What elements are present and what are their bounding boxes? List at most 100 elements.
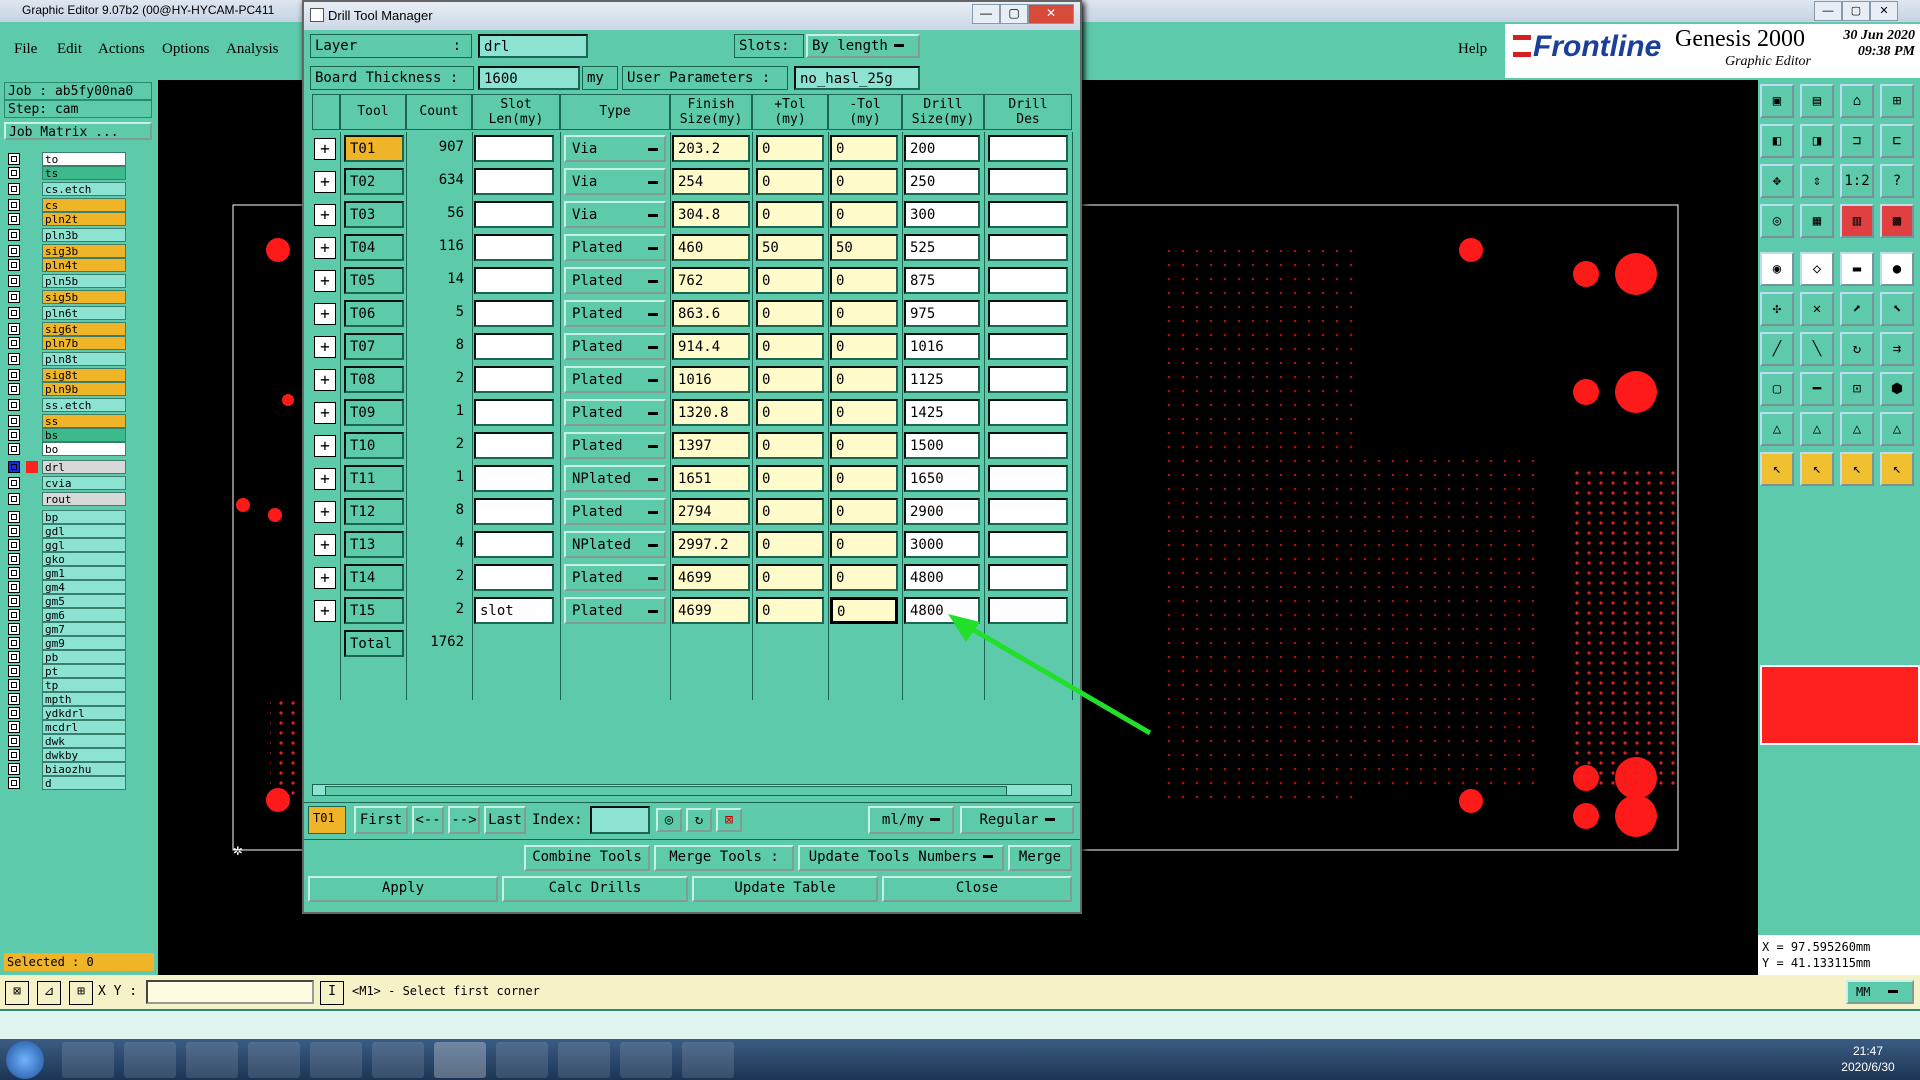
tool-cell[interactable]: T10 — [344, 432, 404, 459]
layer-name[interactable]: mcdrl — [42, 720, 126, 734]
layer-row[interactable]: d — [4, 776, 154, 791]
layer-name[interactable]: gm9 — [42, 636, 126, 650]
layer-row[interactable]: sig6t — [4, 322, 154, 337]
close-window-button[interactable]: ✕ — [1870, 1, 1898, 21]
finish-size-input[interactable]: 2997.2 — [672, 531, 750, 558]
type-dropdown[interactable]: Via — [564, 201, 666, 228]
layer-row[interactable]: pb — [4, 650, 154, 665]
tool-palette-button-icon[interactable]: △ — [1800, 412, 1834, 446]
expand-row-button[interactable]: + — [314, 369, 336, 391]
drill-size-input[interactable]: 1650 — [904, 465, 980, 492]
layer-name[interactable]: pln7b — [42, 336, 126, 350]
taskbar-app-excel[interactable] — [496, 1042, 548, 1078]
drill-size-input[interactable]: 1125 — [904, 366, 980, 393]
layer-checkbox[interactable] — [8, 461, 20, 473]
layer-checkbox[interactable] — [8, 735, 20, 747]
finish-size-input[interactable]: 1651 — [672, 465, 750, 492]
finish-size-input[interactable]: 4699 — [672, 564, 750, 591]
plus-tol-input[interactable]: 0 — [756, 333, 824, 360]
layer-name[interactable]: sig6t — [42, 322, 126, 336]
drill-des-input[interactable] — [988, 498, 1068, 525]
layer-name[interactable]: gm6 — [42, 608, 126, 622]
layer-name[interactable]: ss.etch — [42, 398, 126, 412]
tool-palette-button-icon[interactable]: ╲ — [1800, 332, 1834, 366]
measure-icon[interactable]: ⊿ — [37, 981, 61, 1005]
layer-name[interactable]: rout — [42, 492, 126, 506]
layer-checkbox[interactable] — [8, 353, 20, 365]
last-button[interactable]: Last — [484, 806, 526, 834]
layer-row[interactable]: pln2t — [4, 212, 154, 227]
taskbar-app-shell[interactable] — [62, 1042, 114, 1078]
tool-palette-button-icon[interactable]: ◧ — [1760, 124, 1794, 158]
layer-row[interactable]: ss — [4, 414, 154, 429]
minus-tol-input[interactable]: 0 — [830, 168, 898, 195]
layer-row[interactable]: pln6t — [4, 306, 154, 321]
table-horizontal-scrollbar[interactable] — [312, 784, 1072, 796]
type-dropdown[interactable]: Plated — [564, 432, 666, 459]
slot-length-input[interactable] — [474, 135, 554, 162]
tool-cell[interactable]: T05 — [344, 267, 404, 294]
type-dropdown[interactable]: NPlated — [564, 531, 666, 558]
layer-checkbox[interactable] — [8, 539, 20, 551]
plus-tol-input[interactable]: 0 — [756, 399, 824, 426]
layer-name[interactable]: pln4t — [42, 258, 126, 272]
layer-checkbox[interactable] — [8, 183, 20, 195]
minus-tol-input[interactable]: 0 — [830, 201, 898, 228]
minus-tol-input[interactable]: 0 — [830, 366, 898, 393]
layer-name[interactable]: ts — [42, 166, 126, 180]
layer-checkbox[interactable] — [8, 763, 20, 775]
layer-name[interactable]: sig5b — [42, 290, 126, 304]
taskbar-app-green[interactable] — [310, 1042, 362, 1078]
layer-checkbox[interactable] — [8, 721, 20, 733]
layer-name[interactable]: pln2t — [42, 212, 126, 226]
layer-checkbox[interactable] — [8, 679, 20, 691]
expand-row-button[interactable]: + — [314, 402, 336, 424]
layer-checkbox[interactable] — [8, 637, 20, 649]
finish-size-input[interactable]: 914.4 — [672, 333, 750, 360]
layer-row[interactable]: pln4t — [4, 258, 154, 273]
tool-palette-button-icon[interactable]: ⬉ — [1880, 292, 1914, 326]
drill-des-input[interactable] — [988, 201, 1068, 228]
mode-dropdown[interactable]: Regular — [960, 806, 1074, 834]
layer-row[interactable]: ydkdrl — [4, 706, 154, 721]
apply-button[interactable]: Apply — [308, 876, 498, 902]
tool-cell[interactable]: T01 — [344, 135, 404, 162]
tool-palette-button-icon[interactable]: ▬ — [1840, 252, 1874, 286]
tool-palette-button-icon[interactable]: ⊐ — [1840, 124, 1874, 158]
minimize-button[interactable]: — — [1814, 1, 1842, 21]
layer-checkbox[interactable] — [8, 429, 20, 441]
tool-palette-button-icon[interactable]: ▤ — [1800, 84, 1834, 118]
tool-palette-button-icon[interactable]: ● — [1880, 252, 1914, 286]
layer-row[interactable]: gm9 — [4, 636, 154, 651]
layer-row[interactable]: bo — [4, 442, 154, 457]
tool-palette-button-icon[interactable]: ↻ — [1840, 332, 1874, 366]
layer-checkbox[interactable] — [8, 399, 20, 411]
tool-cell[interactable]: T12 — [344, 498, 404, 525]
finish-size-input[interactable]: 460 — [672, 234, 750, 261]
layer-row[interactable]: mpth — [4, 692, 154, 707]
drill-des-input[interactable] — [988, 333, 1068, 360]
layer-name[interactable]: dwk — [42, 734, 126, 748]
finish-size-input[interactable]: 203.2 — [672, 135, 750, 162]
tool-palette-button-icon[interactable]: 1:2 — [1840, 164, 1874, 198]
tool-palette-button-icon[interactable]: ↖ — [1760, 452, 1794, 486]
layer-name[interactable]: pln8t — [42, 352, 126, 366]
layer-name[interactable]: sig3b — [42, 244, 126, 258]
dialog-titlebar[interactable]: Drill Tool Manager — ▢ ✕ — [304, 2, 1080, 30]
expand-row-button[interactable]: + — [314, 567, 336, 589]
refresh-icon[interactable]: ↻ — [686, 808, 712, 832]
tool-cell[interactable]: T07 — [344, 333, 404, 360]
type-dropdown[interactable]: Plated — [564, 333, 666, 360]
layer-row[interactable]: pln9b — [4, 382, 154, 397]
layer-value[interactable]: drl — [478, 34, 588, 58]
type-dropdown[interactable]: Plated — [564, 597, 666, 624]
layer-checkbox[interactable] — [8, 383, 20, 395]
layer-checkbox[interactable] — [8, 493, 20, 505]
layer-name[interactable]: mpth — [42, 692, 126, 706]
plus-tol-input[interactable]: 0 — [756, 135, 824, 162]
slot-length-input[interactable] — [474, 168, 554, 195]
finish-size-input[interactable]: 1397 — [672, 432, 750, 459]
units-dropdown-dialog[interactable]: ml/my — [868, 806, 954, 834]
drill-des-input[interactable] — [988, 399, 1068, 426]
layer-checkbox[interactable] — [8, 581, 20, 593]
